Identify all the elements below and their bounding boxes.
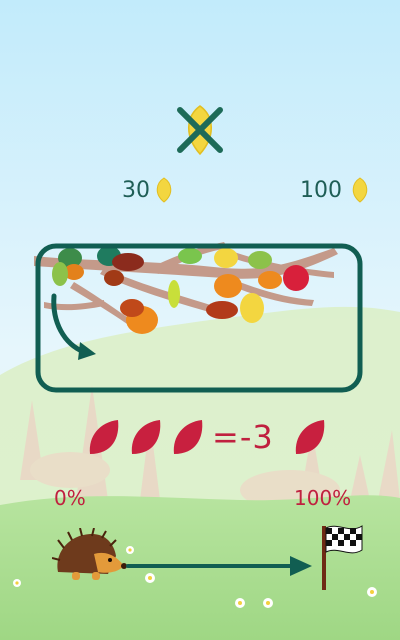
progress-arrow [126, 556, 312, 576]
red-leaf-icon [295, 420, 325, 454]
progress-start-label: 0% [54, 486, 86, 510]
golden-leaf-crossed-icon [177, 105, 223, 156]
equation-text: =-3 [212, 418, 274, 456]
golden-leaf-icon [352, 177, 368, 203]
tree-leaves [52, 246, 309, 334]
golden-leaf-icon [156, 177, 172, 203]
tree-panel[interactable] [34, 242, 364, 394]
red-leaf-icon[interactable] [170, 418, 206, 458]
red-leaf-icon[interactable] [128, 418, 164, 458]
checkered-flag-icon[interactable] [316, 520, 366, 592]
right-value: 100 [300, 178, 342, 203]
hedgehog-icon[interactable] [52, 528, 128, 584]
red-leaf-icon[interactable] [86, 418, 122, 458]
progress-end-label: 100% [294, 486, 352, 510]
left-value: 30 [122, 178, 150, 203]
